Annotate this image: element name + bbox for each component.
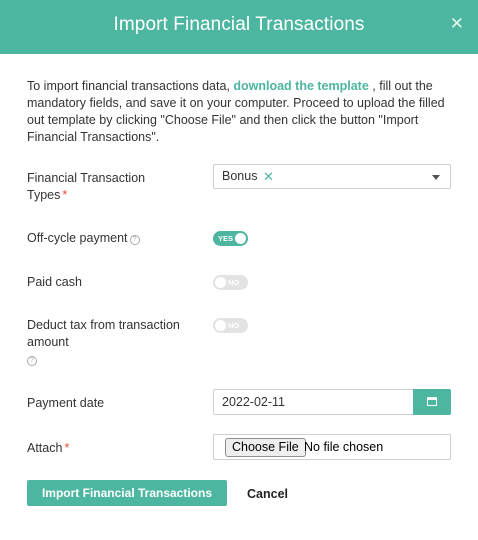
file-input: Choose File No file chosen bbox=[213, 434, 451, 460]
import-modal: Import Financial Transactions ✕ To impor… bbox=[0, 0, 478, 540]
chevron-down-icon[interactable] bbox=[432, 175, 440, 180]
required-mark: * bbox=[62, 188, 68, 202]
toggle-knob bbox=[215, 277, 226, 288]
deduct-tax-toggle[interactable]: NO bbox=[213, 318, 248, 333]
transaction-types-select[interactable]: Bonus ✕ bbox=[213, 164, 451, 189]
toggle-text: YES bbox=[218, 234, 234, 243]
help-icon[interactable]: ? bbox=[129, 235, 140, 245]
download-template-link[interactable]: download the template bbox=[233, 79, 368, 93]
remove-tag-icon[interactable]: ✕ bbox=[263, 169, 274, 185]
import-button[interactable]: Import Financial Transactions bbox=[27, 480, 227, 506]
calendar-icon bbox=[427, 397, 437, 406]
payment-date-label: Payment date bbox=[27, 396, 105, 410]
deduct-tax-label: Deduct tax from transaction amount ? bbox=[27, 317, 197, 368]
help-icon[interactable]: ? bbox=[27, 356, 37, 366]
attach-label: Attach * bbox=[27, 440, 69, 457]
toggle-text: NO bbox=[228, 321, 240, 330]
deduct-tax-label-text: Deduct tax from transaction amount bbox=[27, 318, 180, 349]
transaction-types-label-text: Financial Transaction Types bbox=[27, 171, 146, 202]
transaction-types-label: Financial Transaction Types * bbox=[27, 170, 167, 204]
required-mark: * bbox=[64, 441, 70, 455]
modal-header: Import Financial Transactions ✕ bbox=[0, 0, 478, 54]
payment-date-input[interactable]: 2022-02-11 bbox=[213, 389, 413, 415]
toggle-knob bbox=[235, 233, 246, 244]
calendar-button[interactable] bbox=[413, 389, 451, 415]
paid-cash-label: Paid cash bbox=[27, 275, 82, 289]
toggle-text: NO bbox=[228, 278, 240, 287]
attach-label-text: Attach bbox=[27, 441, 63, 455]
close-icon[interactable]: ✕ bbox=[450, 14, 464, 34]
selected-type-tag: Bonus bbox=[222, 169, 258, 183]
toggle-knob bbox=[215, 320, 226, 331]
off-cycle-toggle[interactable]: YES bbox=[213, 231, 248, 246]
paid-cash-toggle[interactable]: NO bbox=[213, 275, 248, 290]
intro-text-before: To import financial transactions data, bbox=[27, 79, 234, 93]
choose-file-button[interactable]: Choose File bbox=[225, 438, 306, 457]
cancel-button[interactable]: Cancel bbox=[247, 487, 288, 501]
file-status: No file chosen bbox=[304, 440, 384, 454]
modal-title: Import Financial Transactions bbox=[113, 14, 365, 35]
off-cycle-label-text: Off-cycle payment bbox=[27, 231, 128, 245]
off-cycle-label: Off-cycle payment? bbox=[27, 230, 140, 247]
intro-text: To import financial transactions data, d… bbox=[27, 78, 457, 146]
